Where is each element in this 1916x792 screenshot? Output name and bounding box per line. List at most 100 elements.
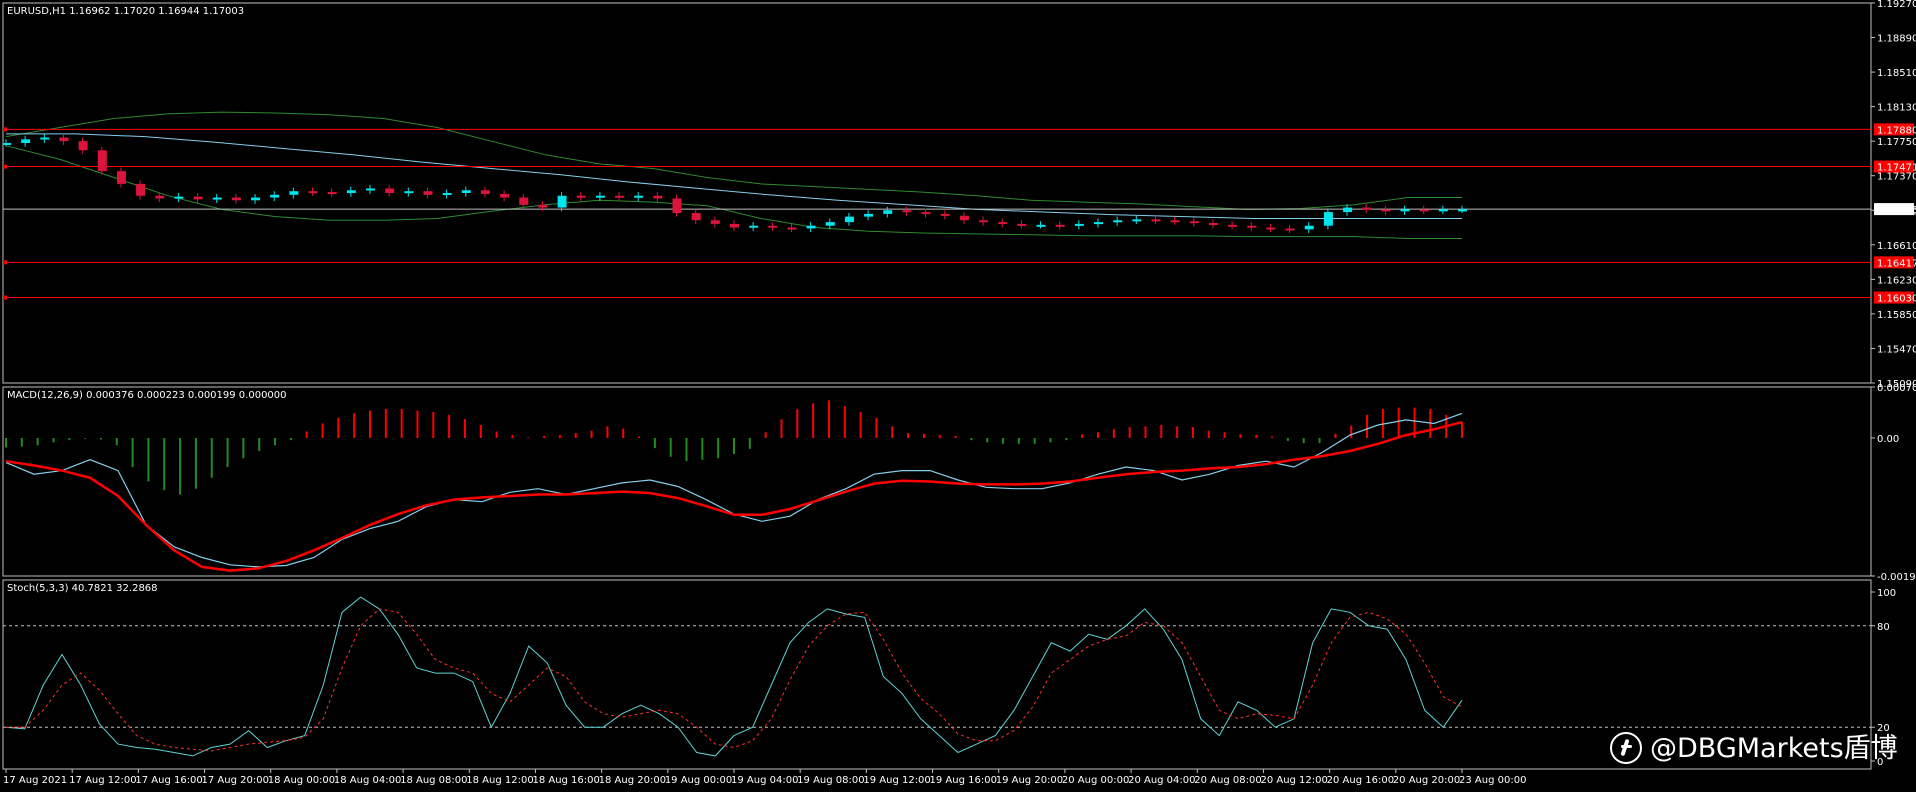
bearish-candle <box>1247 225 1257 228</box>
time-tick-label: 20 Aug 04:00 <box>1128 775 1195 786</box>
watermark: @DBGMarkets盾博 <box>1610 726 1898 766</box>
level-anchor-marker <box>3 260 7 265</box>
chart-canvas[interactable]: EURUSD,H1 1.16962 1.17020 1.16944 1.1700… <box>0 0 1916 788</box>
bullish-candle <box>40 137 50 140</box>
price-panel-title: EURUSD,H1 1.16962 1.17020 1.16944 1.1700… <box>7 6 244 17</box>
bearish-candle <box>538 204 548 208</box>
chart-terminal[interactable]: EURUSD,H1 1.16962 1.17020 1.16944 1.1700… <box>0 0 1916 788</box>
price-axis: 1.192701.188901.185101.181301.177501.173… <box>1871 0 1916 390</box>
bearish-candle <box>787 227 797 230</box>
bearish-candle <box>1228 224 1238 227</box>
bearish-candle <box>423 191 433 195</box>
bearish-candle <box>78 141 88 151</box>
bullish-candle <box>1036 224 1046 227</box>
bearish-candle <box>672 198 682 213</box>
time-tick-label: 18 Aug 16:00 <box>532 775 599 786</box>
bearish-candle <box>576 195 586 198</box>
bearish-candle <box>998 222 1008 225</box>
bullish-candle <box>883 210 893 214</box>
time-tick-label: 18 Aug 04:00 <box>334 775 401 786</box>
time-tick-label: 20 Aug 12:00 <box>1260 775 1327 786</box>
bearish-candle <box>1151 219 1161 222</box>
moving-average-line <box>6 133 1462 219</box>
bullish-candle <box>1132 219 1142 222</box>
level-anchor-marker <box>3 295 7 300</box>
macd-main-line <box>5 412 1463 568</box>
level-price-label: 1.17880 <box>1877 125 1916 136</box>
bearish-candle <box>710 220 720 224</box>
bullish-candle <box>1343 207 1353 213</box>
bollinger-upper-line <box>5 111 1462 210</box>
time-tick-label: 17 Aug 16:00 <box>135 775 202 786</box>
time-tick-label: 20 Aug 00:00 <box>1062 775 1129 786</box>
time-tick-label: 20 Aug 08:00 <box>1194 775 1261 786</box>
bearish-candle <box>1055 224 1065 227</box>
stoch-tick-label: 80 <box>1877 622 1890 633</box>
bearish-candle <box>653 195 663 199</box>
price-tick-label: 1.18130 <box>1877 103 1916 114</box>
bearish-candle <box>921 212 931 215</box>
time-tick-label: 20 Aug 16:00 <box>1327 775 1394 786</box>
bearish-candle <box>385 188 395 193</box>
bearish-candle <box>480 190 490 194</box>
time-tick-label: 19 Aug 12:00 <box>863 775 930 786</box>
bearish-candle <box>116 171 126 184</box>
time-tick-label: 17 Aug 12:00 <box>69 775 136 786</box>
bearish-candle <box>1381 209 1391 212</box>
bullish-candle <box>1113 220 1123 223</box>
price-tick-label: 1.17750 <box>1877 137 1916 148</box>
time-tick-label: 18 Aug 08:00 <box>400 775 467 786</box>
price-tick-label: 1.18890 <box>1877 34 1916 45</box>
time-tick-label: 23 Aug 00:00 <box>1459 775 1526 786</box>
stoch-main-line <box>5 596 1463 757</box>
bearish-candle <box>193 196 203 200</box>
time-tick-label: 18 Aug 20:00 <box>599 775 666 786</box>
bearish-candle <box>940 213 950 216</box>
bullish-candle <box>634 195 644 198</box>
bullish-candle <box>595 195 605 198</box>
time-tick-label: 18 Aug 12:00 <box>466 775 533 786</box>
bearish-candle <box>691 213 701 221</box>
stoch-signal-line <box>6 608 1463 752</box>
bullish-candle <box>749 225 759 228</box>
bullish-candle <box>3 143 11 145</box>
bullish-candle <box>825 222 835 226</box>
bearish-candle <box>97 150 107 172</box>
bullish-candle <box>461 190 471 193</box>
bearish-candle <box>959 215 969 221</box>
macd-axis: 0.000704 0.00 -0.001905 <box>1871 383 1916 583</box>
price-tick-label: 1.15850 <box>1877 310 1916 321</box>
bullish-candle <box>174 196 184 199</box>
time-tick-label: 19 Aug 20:00 <box>996 775 1063 786</box>
level-anchor-marker <box>3 164 7 169</box>
time-tick-label: 17 Aug 20:00 <box>202 775 269 786</box>
level-anchor-marker <box>3 127 7 132</box>
bullish-candle <box>1458 209 1467 212</box>
time-tick-label: 19 Aug 04:00 <box>731 775 798 786</box>
bearish-candle <box>615 195 625 198</box>
level-price-label: 1.16417 <box>1877 258 1916 269</box>
macd-panel[interactable]: MACD(12,26,9) 0.000376 0.000223 0.000199… <box>2 386 1872 577</box>
bullish-candle <box>806 225 816 229</box>
time-tick-label: 19 Aug 16:00 <box>930 775 997 786</box>
bearish-candle <box>500 193 510 198</box>
bearish-candle <box>1266 227 1276 230</box>
bullish-candle <box>404 191 414 194</box>
stoch-panel-title: Stoch(5,3,3) 40.7821 32.2868 <box>7 583 158 594</box>
bullish-candle <box>844 216 854 223</box>
time-tick-label: 19 Aug 08:00 <box>797 775 864 786</box>
bearish-candle <box>1170 220 1180 223</box>
price-tick-label: 1.19270 <box>1877 0 1916 10</box>
stoch-panel[interactable]: Stoch(5,3,3) 40.7821 32.2868 <box>2 579 1872 770</box>
time-axis: 17 Aug 2021 17 Aug 12:0017 Aug 16:0017 Au… <box>3 769 1526 786</box>
bullish-candle <box>1074 223 1084 226</box>
macd-tick-label: 0.000704 <box>1877 383 1916 394</box>
macd-tick-label: -0.001905 <box>1877 572 1916 583</box>
time-tick-label: 19 Aug 00:00 <box>665 775 732 786</box>
bearish-candle <box>902 210 912 213</box>
bearish-candle <box>730 223 739 228</box>
time-tick-label: 17 Aug 2021 <box>3 775 67 786</box>
price-tick-label: 1.15470 <box>1877 344 1916 355</box>
price-panel[interactable]: EURUSD,H1 1.16962 1.17020 1.16944 1.1700… <box>2 2 1872 384</box>
bearish-candle <box>979 220 989 223</box>
